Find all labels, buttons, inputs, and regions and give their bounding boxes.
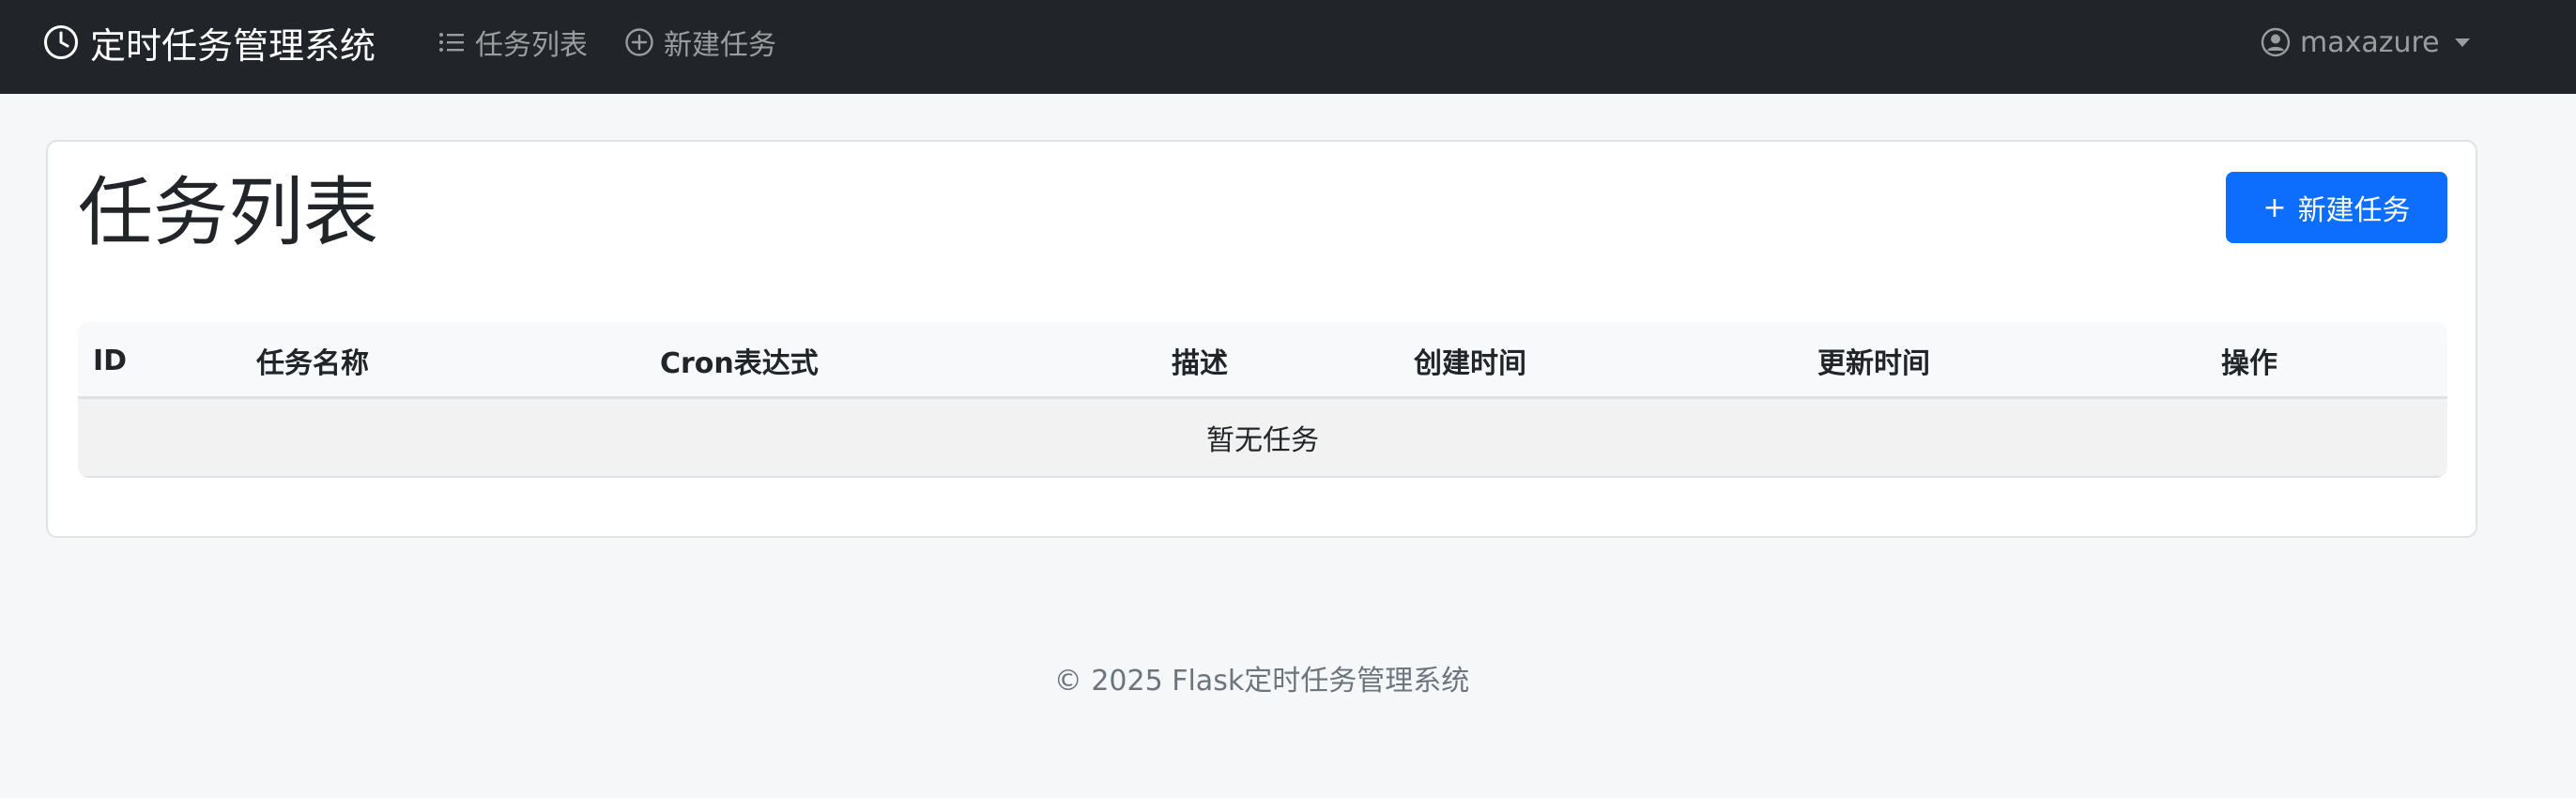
nav-new-task-label: 新建任务 (664, 29, 776, 62)
footer: © 2025 Flask定时任务管理系统 (0, 657, 2523, 698)
column-header-cron: Cron表达式 (660, 347, 819, 380)
list-icon (439, 33, 464, 52)
page-title: 任务列表 (78, 169, 378, 256)
user-dropdown[interactable]: maxazure (2261, 0, 2470, 84)
plus-circle-icon (625, 28, 653, 56)
nav-new-task[interactable]: 新建任务 (624, 0, 776, 84)
column-header-name: 任务名称 (256, 347, 369, 380)
user-circle-icon (2261, 27, 2291, 57)
table-header: ID 任务名称 Cron表达式 描述 创建时间 更新时间 操作 (78, 322, 2447, 399)
plus-icon: + (2262, 191, 2287, 224)
clock-icon (44, 25, 78, 59)
column-header-updated-at: 更新时间 (1817, 347, 1930, 380)
column-header-actions: 操作 (2221, 347, 2277, 380)
column-header-id: ID (93, 344, 128, 377)
column-header-created-at: 创建时间 (1414, 347, 1526, 380)
brand-link[interactable]: 定时任务管理系统 (43, 0, 376, 84)
username: maxazure (2300, 25, 2440, 59)
task-list-card: 任务列表 + 新建任务 ID 任务名称 Cron表达式 描述 创建时间 更新时间… (46, 140, 2477, 538)
caret-down-icon (2454, 38, 2470, 47)
new-task-button[interactable]: + 新建任务 (2226, 172, 2447, 243)
empty-message: 暂无任务 (1206, 424, 1319, 457)
navbar: 定时任务管理系统 任务列表 新建任务 maxazure (0, 0, 2576, 94)
task-table: ID 任务名称 Cron表达式 描述 创建时间 更新时间 操作 暂无任务 (78, 322, 2447, 478)
column-header-description: 描述 (1172, 347, 1228, 380)
brand-title: 定时任务管理系统 (90, 24, 376, 67)
new-task-button-label: 新建任务 (2297, 194, 2411, 227)
nav-task-list-label: 任务列表 (475, 29, 588, 62)
footer-copyright: © 2025 Flask定时任务管理系统 (1053, 665, 1470, 698)
table-empty-row: 暂无任务 (78, 399, 2447, 478)
nav-task-list[interactable]: 任务列表 (437, 0, 588, 84)
